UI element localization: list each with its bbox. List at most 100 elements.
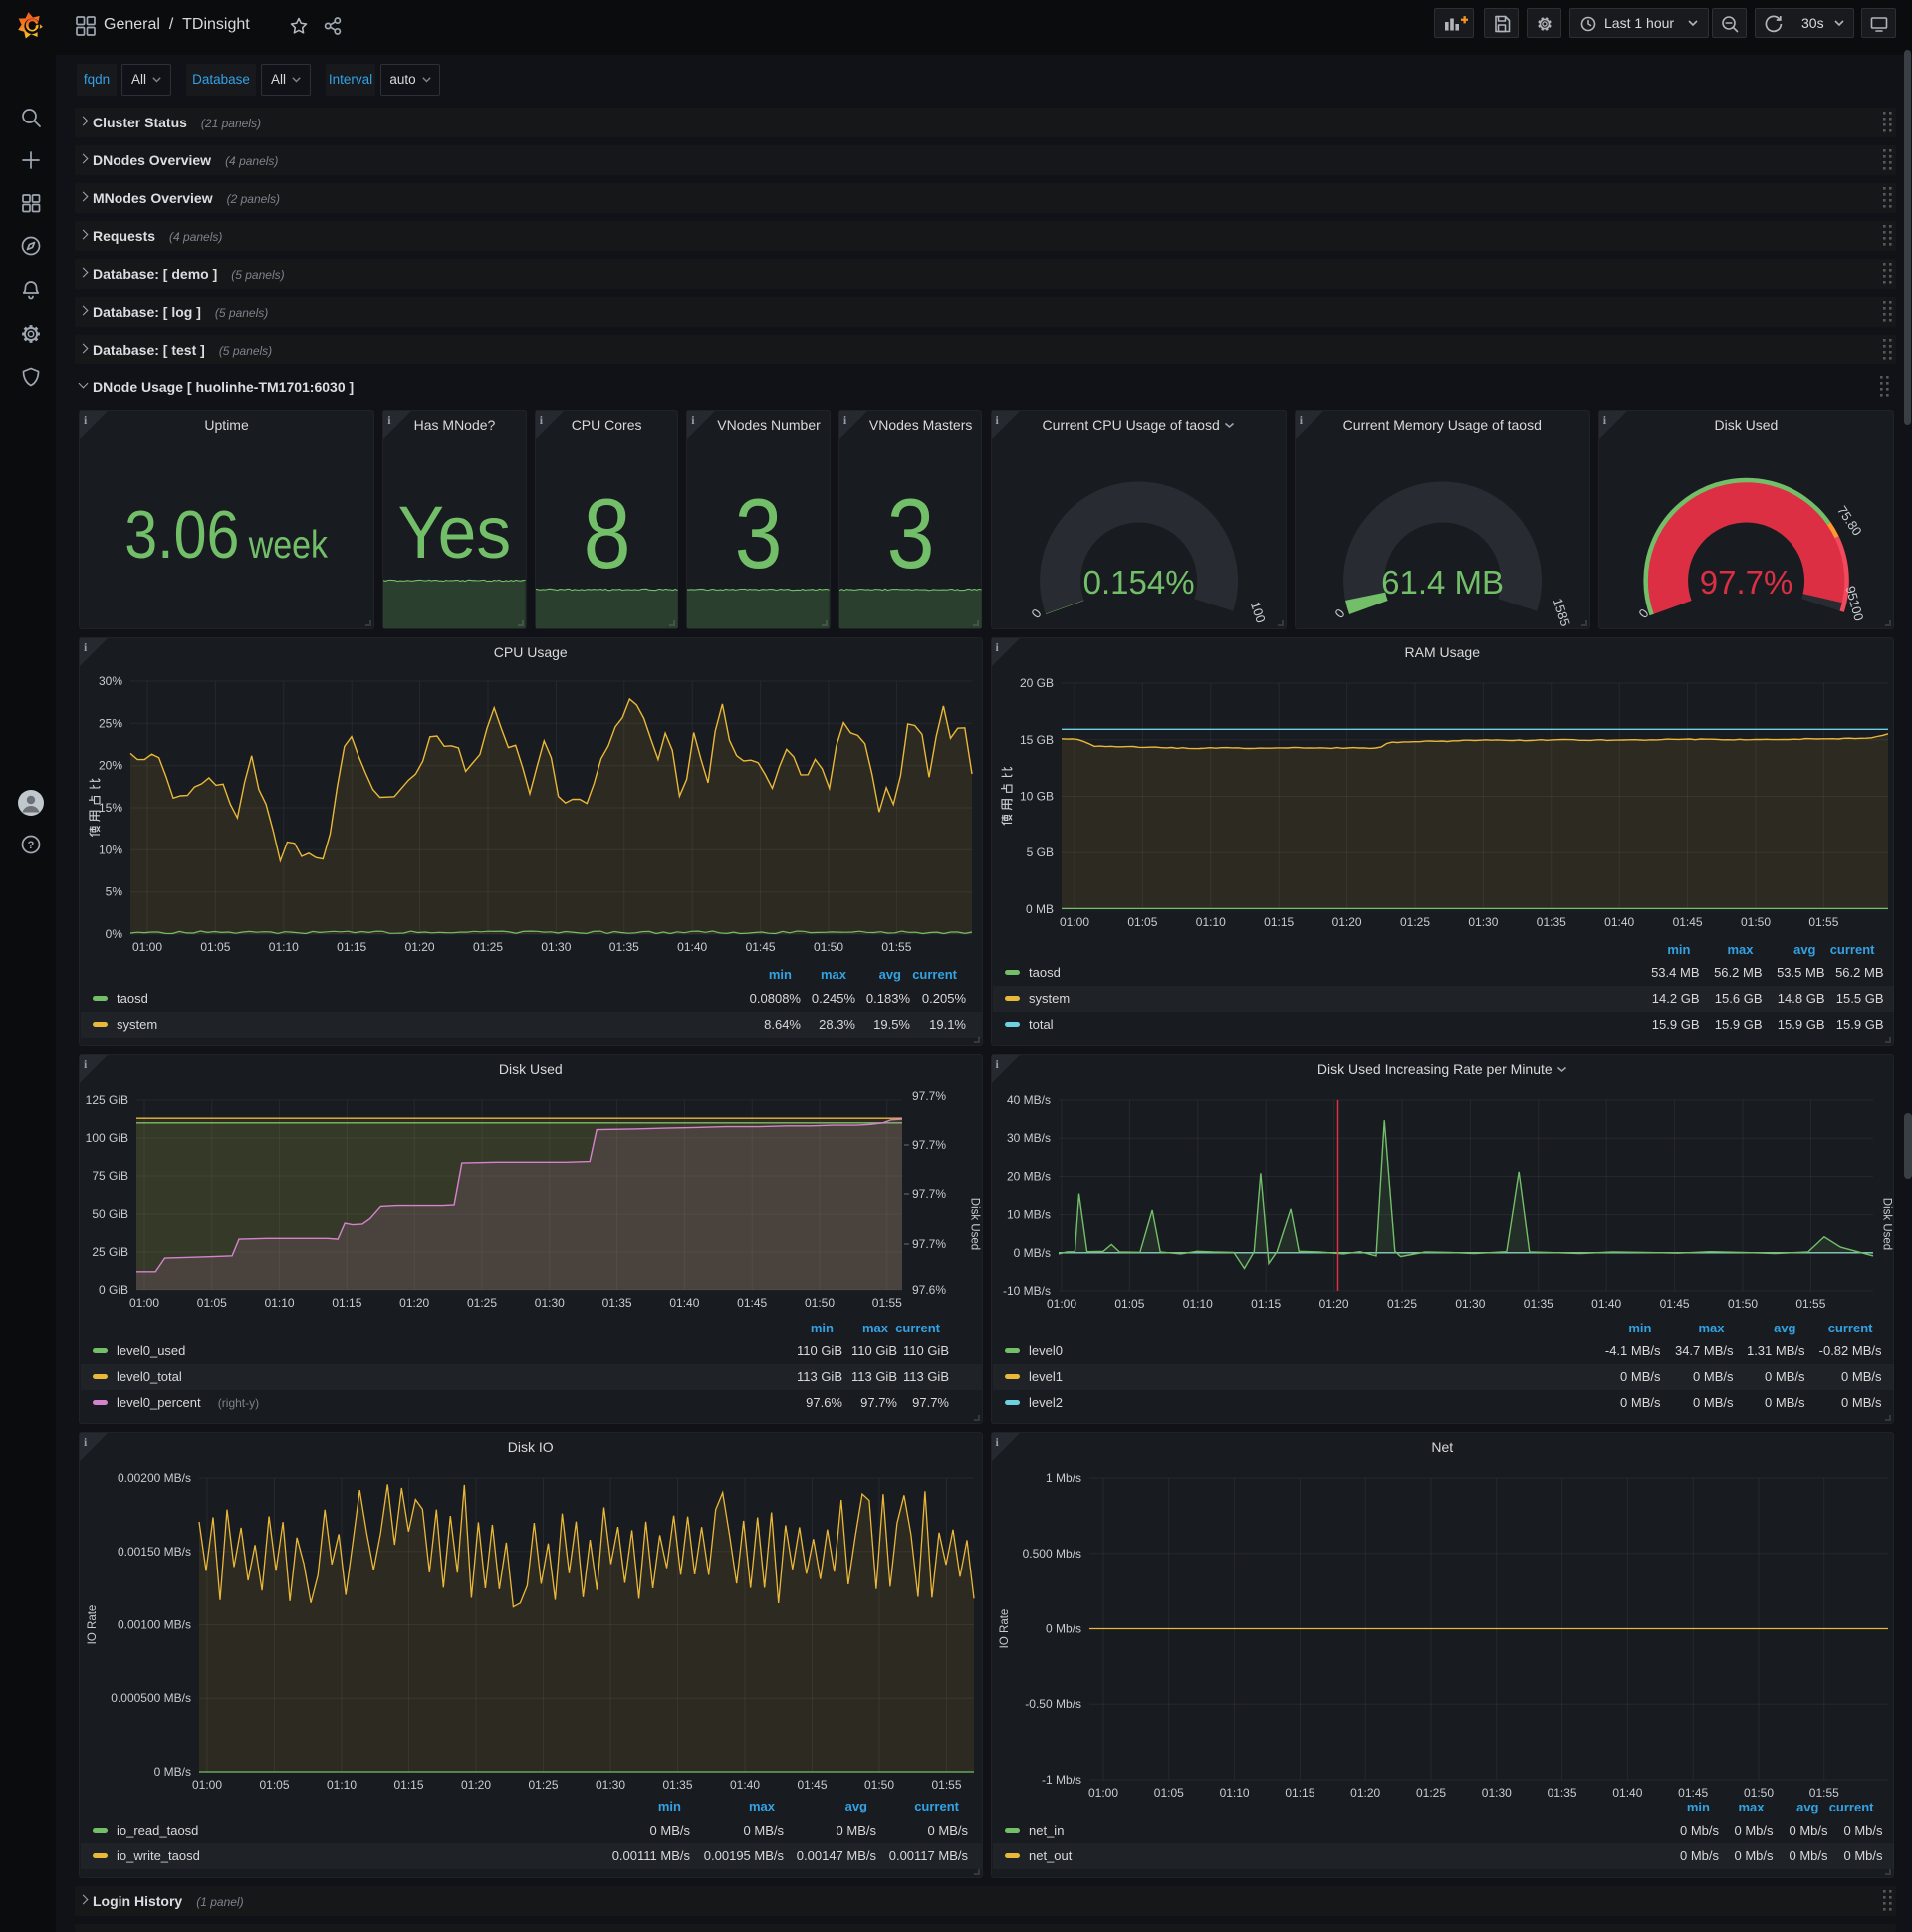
svg-text:01:30: 01:30 (1481, 1786, 1511, 1800)
svg-text:113 GiB: 113 GiB (903, 1369, 949, 1384)
svg-text:0 Mb/s: 0 Mb/s (1734, 1823, 1774, 1838)
svg-text:19.1%: 19.1% (929, 1017, 966, 1032)
svg-text:level0_percent: level0_percent (117, 1395, 201, 1410)
svg-text:01:40: 01:40 (677, 940, 707, 954)
svg-text:0 MB/s: 0 MB/s (1693, 1369, 1734, 1384)
svg-text:01:45: 01:45 (746, 940, 776, 954)
svg-text:0 Mb/s: 0 Mb/s (1679, 1848, 1719, 1863)
svg-text:io_read_taosd: io_read_taosd (117, 1823, 198, 1838)
svg-text:01:05: 01:05 (1153, 1786, 1183, 1800)
svg-text:-4.1 MB/s: -4.1 MB/s (1604, 1343, 1660, 1358)
svg-text:75 GiB: 75 GiB (92, 1169, 128, 1183)
svg-text:0 MB: 0 MB (1025, 902, 1053, 916)
svg-text:total: total (1029, 1017, 1054, 1032)
svg-text:system: system (117, 1017, 157, 1032)
svg-text:net_out: net_out (1029, 1848, 1073, 1863)
svg-text:97.7%: 97.7% (912, 1187, 946, 1201)
svg-text:max: max (1698, 1321, 1725, 1335)
svg-text:01:00: 01:00 (192, 1778, 222, 1792)
svg-text:01:20: 01:20 (461, 1778, 491, 1792)
svg-text:01:00: 01:00 (132, 940, 162, 954)
svg-text:75.80: 75.80 (1834, 503, 1865, 538)
svg-text:01:05: 01:05 (1114, 1297, 1144, 1311)
svg-text:0.00200 MB/s: 0.00200 MB/s (118, 1471, 191, 1485)
svg-text:min: min (811, 1321, 834, 1335)
svg-text:01:25: 01:25 (1399, 915, 1429, 929)
svg-text:0 GiB: 0 GiB (99, 1283, 128, 1297)
svg-text:0 MB/s: 0 MB/s (154, 1765, 191, 1779)
svg-text:30 MB/s: 30 MB/s (1006, 1131, 1050, 1145)
svg-text:min: min (658, 1799, 681, 1813)
svg-text:01:45: 01:45 (737, 1296, 767, 1310)
svg-text:01:45: 01:45 (1672, 915, 1702, 929)
svg-text:110 GiB: 110 GiB (851, 1343, 897, 1358)
svg-text:10 MB/s: 10 MB/s (1006, 1208, 1050, 1222)
svg-text:19.5%: 19.5% (873, 1017, 910, 1032)
svg-text:01:40: 01:40 (730, 1778, 760, 1792)
svg-text:01:20: 01:20 (1318, 1297, 1348, 1311)
svg-text:level0_used: level0_used (117, 1343, 185, 1358)
svg-text:15.9 GB: 15.9 GB (1835, 1017, 1883, 1032)
svg-text:01:10: 01:10 (1219, 1786, 1249, 1800)
svg-text:01:50: 01:50 (1740, 915, 1770, 929)
svg-text:taosd: taosd (1029, 965, 1061, 980)
svg-text:97.7%: 97.7% (912, 1089, 946, 1103)
svg-text:01:55: 01:55 (881, 940, 911, 954)
svg-text:56.2 MB: 56.2 MB (1835, 965, 1883, 980)
svg-text:5%: 5% (106, 885, 123, 899)
svg-text:01:45: 01:45 (1678, 1786, 1708, 1800)
svg-text:01:20: 01:20 (1331, 915, 1361, 929)
svg-text:0.154%: 0.154% (1082, 564, 1194, 601)
svg-text:8.64%: 8.64% (764, 1017, 801, 1032)
svg-text:01:50: 01:50 (1743, 1786, 1773, 1800)
svg-text:01:05: 01:05 (259, 1778, 289, 1792)
svg-text:01:15: 01:15 (393, 1778, 423, 1792)
svg-text:Disk Used: Disk Used (1880, 1198, 1892, 1250)
svg-text:113 GiB: 113 GiB (797, 1369, 842, 1384)
svg-text:01:25: 01:25 (528, 1778, 558, 1792)
svg-text:01:55: 01:55 (1795, 1297, 1825, 1311)
svg-text:20%: 20% (99, 759, 122, 773)
svg-text:01:30: 01:30 (1468, 915, 1498, 929)
svg-text:system: system (1029, 991, 1070, 1006)
svg-text:0 MB/s: 0 MB/s (1013, 1246, 1050, 1260)
svg-text:20 GB: 20 GB (1019, 676, 1053, 690)
svg-text:28.3%: 28.3% (819, 1017, 855, 1032)
svg-text:40 MB/s: 40 MB/s (1006, 1093, 1050, 1107)
svg-text:01:00: 01:00 (1059, 915, 1088, 929)
svg-text:0 MB/s: 0 MB/s (1693, 1395, 1734, 1410)
svg-text:15.9 GB: 15.9 GB (1651, 1017, 1699, 1032)
svg-text:0 MB/s: 0 MB/s (744, 1823, 785, 1838)
svg-text:01:05: 01:05 (1127, 915, 1157, 929)
svg-text:0.00195 MB/s: 0.00195 MB/s (704, 1848, 785, 1863)
svg-text:01:10: 01:10 (269, 940, 299, 954)
svg-text:01:00: 01:00 (129, 1296, 159, 1310)
svg-text:01:25: 01:25 (1415, 1786, 1445, 1800)
svg-text:113 GiB: 113 GiB (851, 1369, 897, 1384)
svg-text:01:20: 01:20 (405, 940, 435, 954)
svg-text:0 Mb/s: 0 Mb/s (1843, 1823, 1883, 1838)
svg-text:125 GiB: 125 GiB (86, 1093, 128, 1107)
svg-text:53.4 MB: 53.4 MB (1651, 965, 1699, 980)
svg-text:current: current (914, 1799, 959, 1813)
svg-text:0 Mb/s: 0 Mb/s (1789, 1848, 1828, 1863)
svg-text:0.000500 MB/s: 0.000500 MB/s (111, 1691, 191, 1705)
svg-text:current: current (1829, 942, 1874, 957)
svg-text:max: max (862, 1321, 889, 1335)
svg-text:01:15: 01:15 (1264, 915, 1294, 929)
svg-text:0 MB/s: 0 MB/s (650, 1823, 691, 1838)
svg-text:0 Mb/s: 0 Mb/s (1789, 1823, 1828, 1838)
svg-text:97.7%: 97.7% (912, 1395, 949, 1410)
svg-text:01:00: 01:00 (1046, 1297, 1076, 1311)
svg-text:1.31 MB/s: 1.31 MB/s (1746, 1343, 1804, 1358)
svg-text:0: 0 (1331, 605, 1347, 620)
svg-text:01:25: 01:25 (473, 940, 503, 954)
svg-text:01:55: 01:55 (1808, 1786, 1838, 1800)
svg-text:01:10: 01:10 (1195, 915, 1225, 929)
svg-text:?: ? (28, 840, 35, 851)
svg-text:0.00117 MB/s: 0.00117 MB/s (889, 1848, 969, 1863)
svg-text:taosd: taosd (117, 991, 148, 1006)
svg-text:01:30: 01:30 (535, 1296, 565, 1310)
svg-text:53.5 MB: 53.5 MB (1777, 965, 1824, 980)
svg-text:01:30: 01:30 (596, 1778, 625, 1792)
